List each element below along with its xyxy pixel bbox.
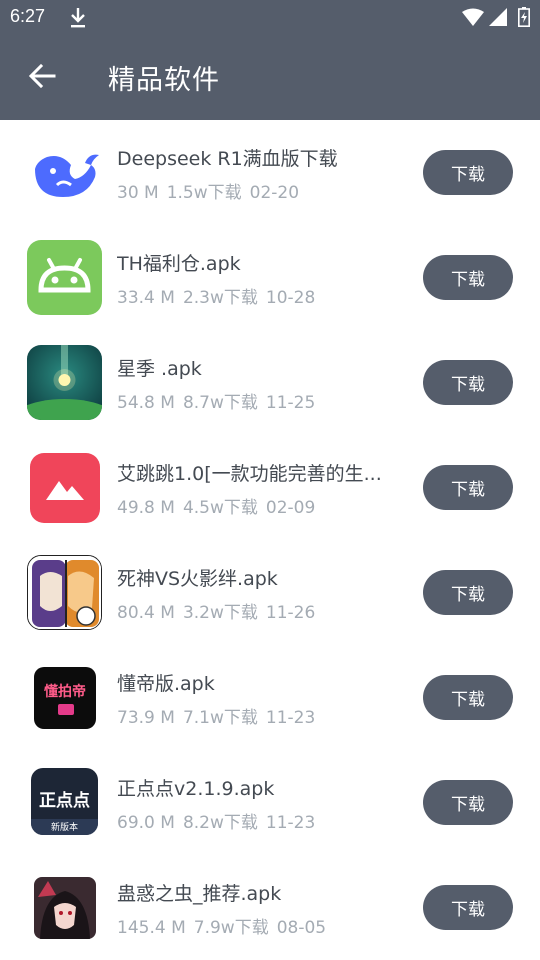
status-time: 6:27 bbox=[10, 6, 46, 26]
app-downloads: 2.3w下载 bbox=[182, 288, 258, 308]
app-downloads: 7.1w下载 bbox=[182, 708, 258, 728]
anime-portrait-icon bbox=[34, 877, 96, 939]
app-date: 11-26 bbox=[265, 603, 316, 623]
app-name: 死神VS火影绊.apk bbox=[117, 568, 278, 590]
anime-characters-icon bbox=[27, 555, 102, 630]
app-name: 艾跳跳1.0[一款功能完善的生... bbox=[117, 463, 382, 485]
download-button[interactable]: 下载 bbox=[423, 570, 513, 615]
app-meta: 54.8 M 8.7w下载 11-25 bbox=[117, 388, 323, 413]
app-date: 11-23 bbox=[265, 813, 316, 833]
app-date: 08-05 bbox=[276, 918, 327, 938]
app-size: 80.4 M bbox=[117, 603, 175, 623]
app-size: 69.0 M bbox=[117, 813, 175, 833]
app-meta: 30 M 1.5w下载 02-20 bbox=[117, 178, 307, 203]
zhengdiandian-icon: 正点点 新版本 bbox=[31, 768, 98, 835]
app-size: 33.4 M bbox=[117, 288, 175, 308]
app-downloads: 1.5w下载 bbox=[166, 183, 242, 203]
video-app-icon: 懂拍帝 bbox=[34, 667, 96, 729]
cellular-signal-icon bbox=[489, 8, 507, 26]
app-bar: 精品软件 bbox=[0, 36, 540, 120]
download-button[interactable]: 下载 bbox=[423, 360, 513, 405]
app-downloads: 4.5w下载 bbox=[182, 498, 258, 518]
app-size: 73.9 M bbox=[117, 708, 175, 728]
android-icon bbox=[27, 240, 102, 315]
list-item[interactable]: 艾跳跳1.0[一款功能完善的生... 49.8 M 4.5w下载 02-09 下载 bbox=[0, 435, 540, 540]
download-button[interactable]: 下载 bbox=[423, 885, 513, 930]
icon-subtext: 新版本 bbox=[50, 823, 78, 833]
app-date: 02-09 bbox=[265, 498, 316, 518]
mountain-photo-icon bbox=[30, 453, 100, 523]
app-meta: 80.4 M 3.2w下载 11-26 bbox=[117, 598, 323, 623]
download-button[interactable]: 下载 bbox=[423, 780, 513, 825]
app-date: 02-20 bbox=[249, 183, 300, 203]
list-item[interactable]: TH福利仓.apk 33.4 M 2.3w下载 10-28 下载 bbox=[0, 225, 540, 330]
list-item[interactable]: 懂拍帝 懂帝版.apk 73.9 M 7.1w下载 11-23 下载 bbox=[0, 645, 540, 750]
list-item[interactable]: 星季 .apk 54.8 M 8.7w下载 11-25 下载 bbox=[0, 330, 540, 435]
app-name: 正点点v2.1.9.apk bbox=[117, 778, 275, 800]
list-item[interactable]: 正点点 新版本 正点点v2.1.9.apk 69.0 M 8.2w下载 11-23 … bbox=[0, 750, 540, 855]
app-meta: 69.0 M 8.2w下载 11-23 bbox=[117, 808, 323, 833]
download-button[interactable]: 下载 bbox=[423, 150, 513, 195]
list-item[interactable]: Deepseek R1满血版下载 30 M 1.5w下载 02-20 下载 bbox=[0, 120, 540, 225]
battery-charging-icon bbox=[518, 7, 530, 27]
icon-text: 懂拍帝 bbox=[44, 684, 86, 700]
icon-text: 正点点 bbox=[39, 791, 90, 811]
back-arrow-icon[interactable] bbox=[26, 60, 58, 92]
app-meta: 33.4 M 2.3w下载 10-28 bbox=[117, 283, 323, 308]
app-size: 145.4 M bbox=[117, 918, 186, 938]
download-icon bbox=[71, 8, 85, 28]
status-bar: 6:27 bbox=[0, 0, 540, 36]
app-meta: 73.9 M 7.1w下载 11-23 bbox=[117, 703, 323, 728]
app-downloads: 7.9w下载 bbox=[193, 918, 269, 938]
app-size: 54.8 M bbox=[117, 393, 175, 413]
app-meta: 145.4 M 7.9w下载 08-05 bbox=[117, 913, 334, 938]
app-name: Deepseek R1满血版下载 bbox=[117, 148, 338, 170]
app-date: 11-25 bbox=[265, 393, 316, 413]
download-button[interactable]: 下载 bbox=[423, 465, 513, 510]
app-size: 30 M bbox=[117, 183, 159, 203]
app-name: 星季 .apk bbox=[117, 358, 202, 380]
app-date: 11-23 bbox=[265, 708, 316, 728]
app-list: Deepseek R1满血版下载 30 M 1.5w下载 02-20 下载 TH福利… bbox=[0, 120, 540, 960]
download-button[interactable]: 下载 bbox=[423, 255, 513, 300]
app-name: 蛊惑之虫_推荐.apk bbox=[117, 883, 282, 905]
app-meta: 49.8 M 4.5w下载 02-09 bbox=[117, 493, 323, 518]
list-item[interactable]: 蛊惑之虫_推荐.apk 145.4 M 7.9w下载 08-05 下载 bbox=[0, 855, 540, 960]
wifi-icon bbox=[462, 8, 484, 26]
planet-light-icon bbox=[27, 345, 102, 420]
app-downloads: 8.7w下载 bbox=[182, 393, 258, 413]
app-size: 49.8 M bbox=[117, 498, 175, 518]
app-downloads: 3.2w下载 bbox=[182, 603, 258, 623]
deepseek-whale-icon bbox=[27, 135, 102, 210]
list-item[interactable]: 死神VS火影绊.apk 80.4 M 3.2w下载 11-26 下载 bbox=[0, 540, 540, 645]
app-date: 10-28 bbox=[265, 288, 316, 308]
app-name: 懂帝版.apk bbox=[117, 673, 215, 695]
download-button[interactable]: 下载 bbox=[423, 675, 513, 720]
page-title: 精品软件 bbox=[108, 65, 220, 96]
app-name: TH福利仓.apk bbox=[117, 253, 241, 275]
app-downloads: 8.2w下载 bbox=[182, 813, 258, 833]
